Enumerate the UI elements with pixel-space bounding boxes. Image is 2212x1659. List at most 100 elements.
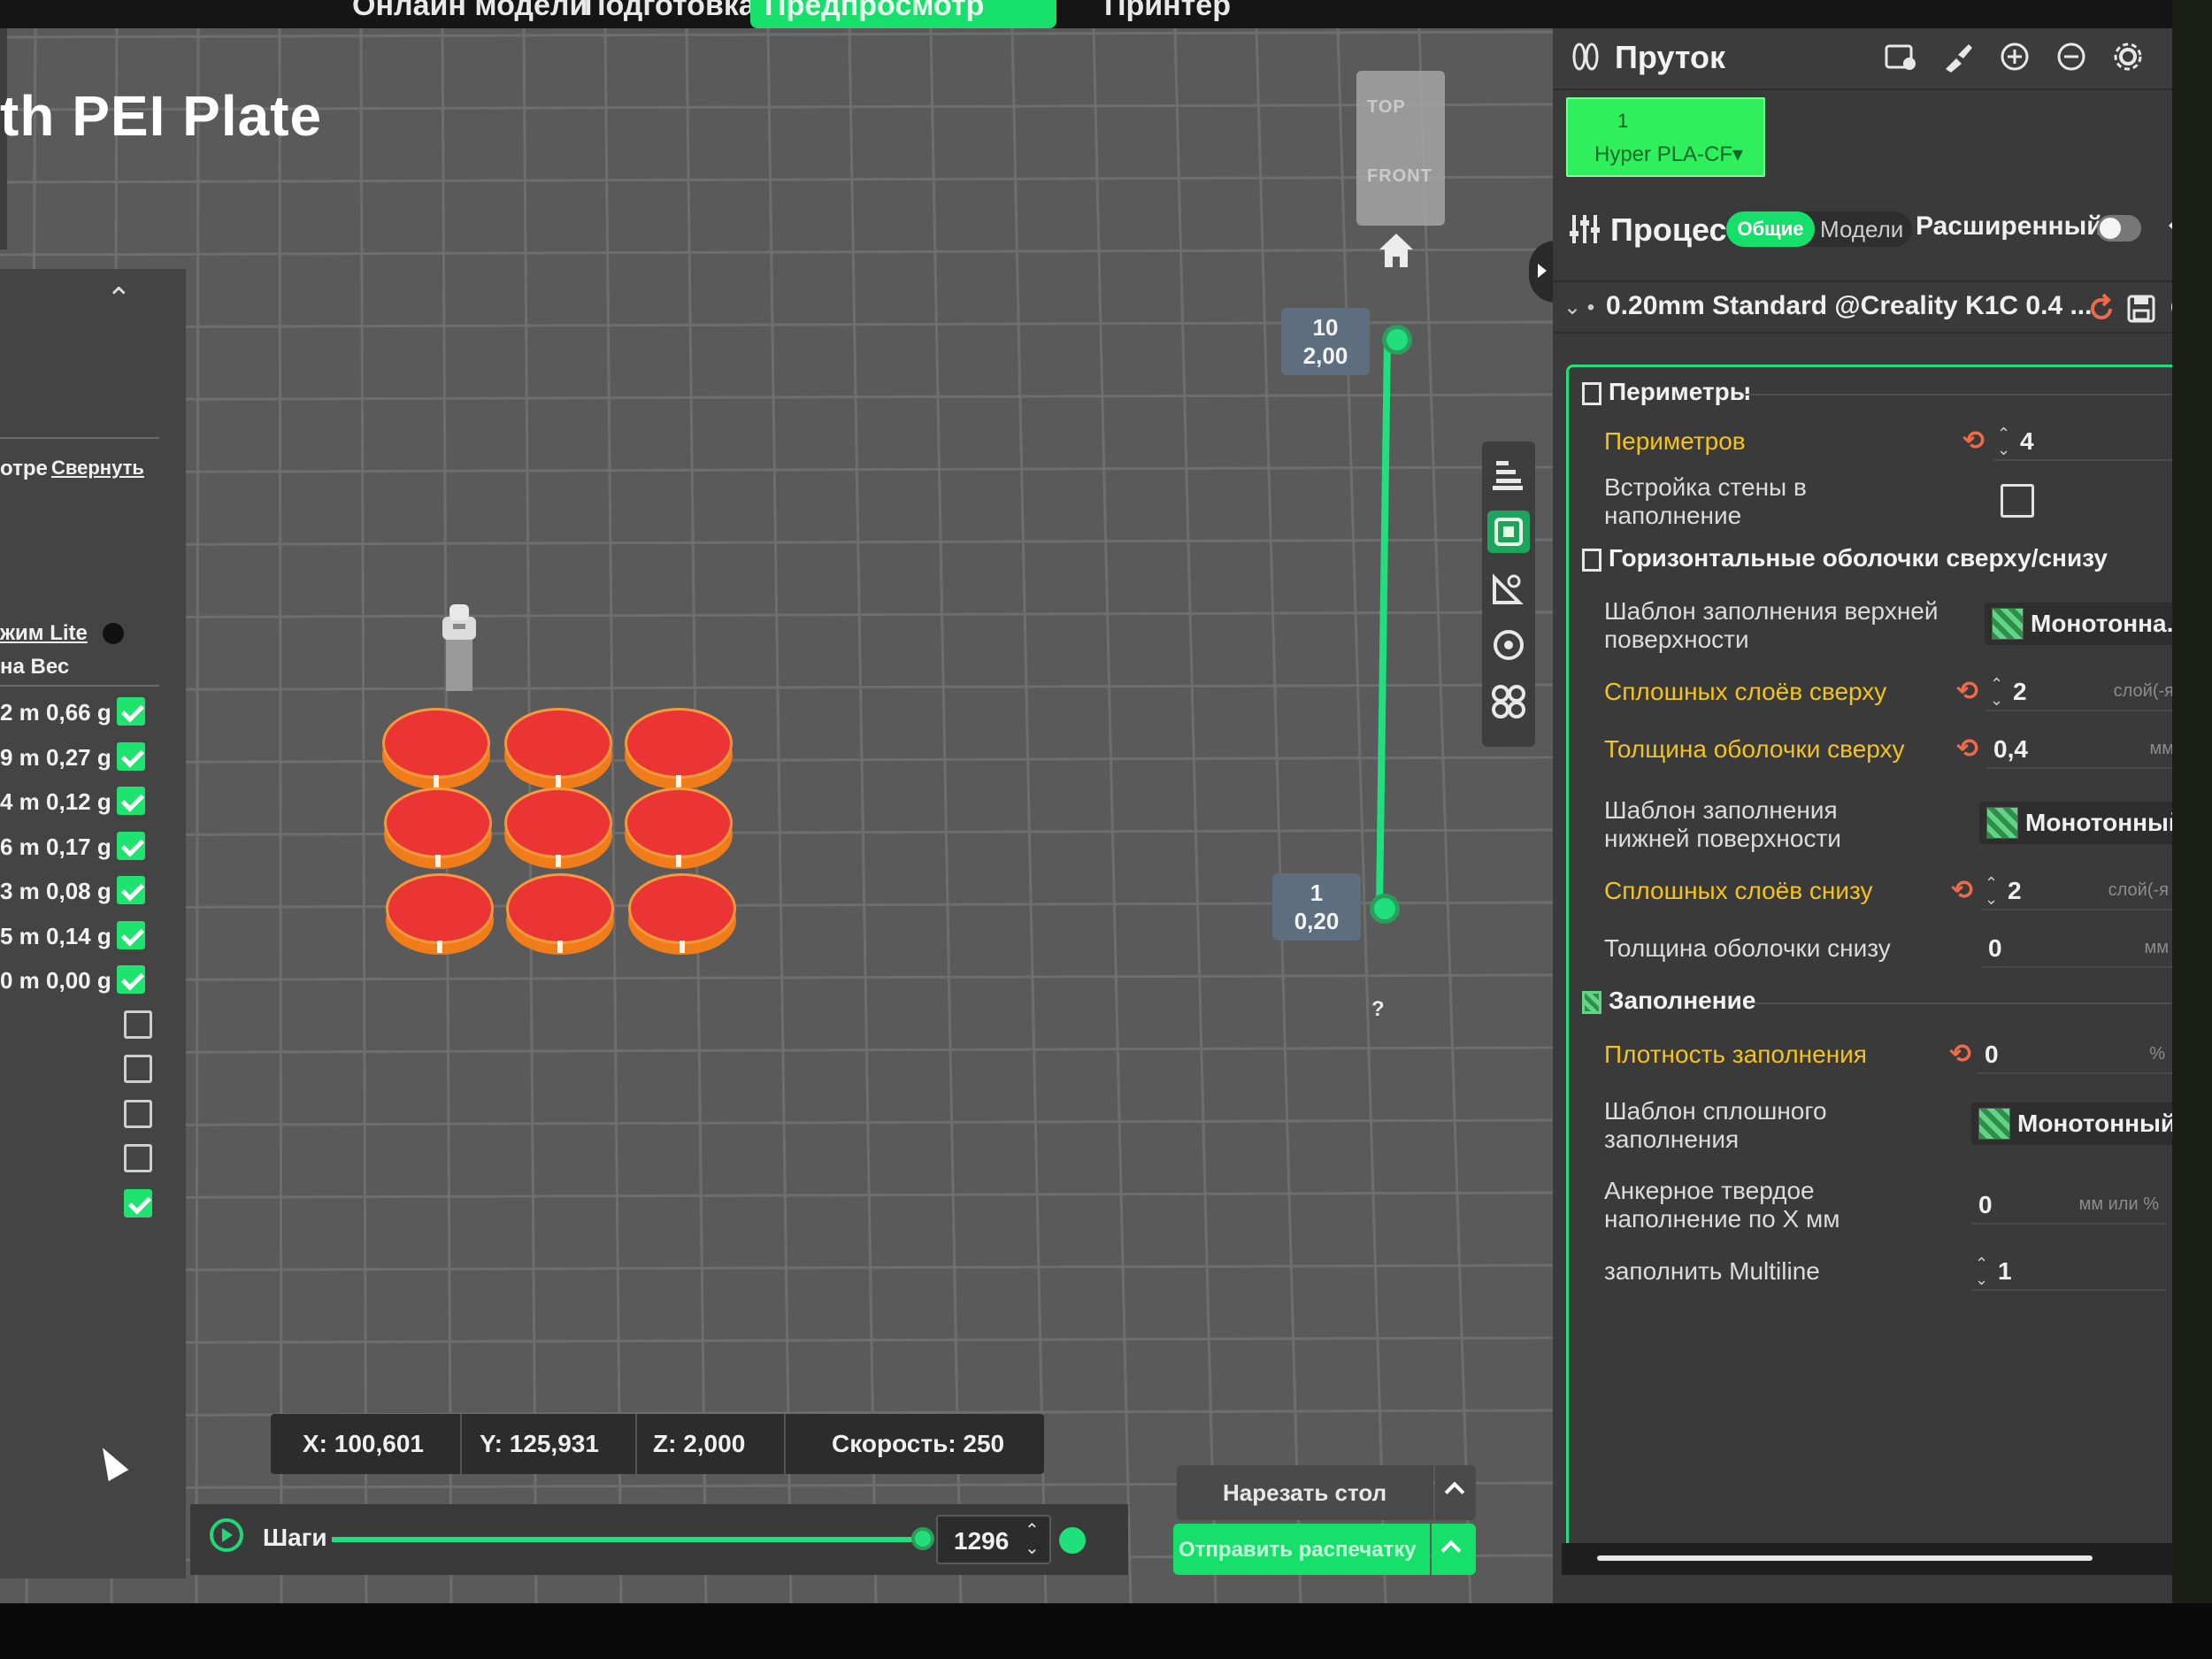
gear-icon[interactable] bbox=[2110, 39, 2146, 74]
unit-label: мм или % bbox=[2078, 1194, 2159, 1214]
send-print-button[interactable]: Отправить распечатку bbox=[1173, 1524, 1430, 1575]
arrange-icon[interactable] bbox=[1487, 680, 1530, 723]
advanced-toggle[interactable] bbox=[2097, 215, 2141, 242]
tab-preview[interactable]: Предпросмотр bbox=[750, 0, 1056, 28]
top-thickness-value[interactable]: 0,4 bbox=[1993, 735, 2028, 764]
legend-row-checkbox[interactable] bbox=[124, 1010, 152, 1039]
reset-icon[interactable]: ⟲ bbox=[1951, 875, 1973, 906]
bottom-pattern-dropdown[interactable]: Монотонный bbox=[1979, 802, 2184, 844]
layer-slider-bottom-handle[interactable] bbox=[1370, 894, 1400, 924]
legend-row-checkbox[interactable] bbox=[117, 831, 145, 860]
bottom-thickness-value[interactable]: 0 bbox=[1988, 934, 2002, 963]
tab-printer[interactable]: Принтер bbox=[1104, 0, 1231, 28]
process-preset-name[interactable]: 0.20mm Standard @Creality K1C 0.4 ... bbox=[1606, 291, 2092, 321]
legend-row-checkbox[interactable] bbox=[117, 876, 145, 904]
printed-object[interactable] bbox=[382, 708, 490, 789]
coord-x: X: 100,601 bbox=[303, 1430, 424, 1457]
process-preset-selector[interactable]: ⌄ • 0.20mm Standard @Creality K1C 0.4 ..… bbox=[1553, 280, 2212, 334]
legend-row-checkbox[interactable] bbox=[117, 965, 145, 994]
stepper-arrows-icon[interactable]: ⌃ ⌄ bbox=[1997, 426, 2010, 457]
plate-select-icon[interactable] bbox=[1487, 511, 1530, 553]
bottom-layers-stepper[interactable]: ⌃ ⌄ 2 слой(-я bbox=[1981, 872, 2176, 910]
legend-row-checkbox[interactable] bbox=[124, 1055, 152, 1083]
steps-slider-handle[interactable] bbox=[911, 1527, 934, 1550]
stepper-arrows-icon[interactable]: ⌃ ⌄ bbox=[1975, 1256, 1988, 1287]
solid-pattern-dropdown[interactable]: Монотонный bbox=[1971, 1102, 2176, 1145]
bottom-thickness-input[interactable]: 0 мм bbox=[1981, 929, 2176, 968]
slice-dropdown-button[interactable] bbox=[1435, 1465, 1476, 1520]
brush-icon[interactable] bbox=[1940, 39, 1976, 74]
legend-row-checkbox[interactable] bbox=[124, 1144, 152, 1172]
mode-general-option[interactable]: Общие bbox=[1726, 211, 1815, 247]
steps-stepper[interactable]: 1296 ⌃ ⌄ bbox=[936, 1515, 1051, 1564]
measure-icon[interactable] bbox=[1487, 567, 1530, 610]
tab-online-models[interactable]: Онлайн модели bbox=[352, 0, 588, 28]
stepper-arrows-icon[interactable]: ⌃ ⌄ bbox=[1990, 676, 2003, 708]
home-icon[interactable] bbox=[1376, 230, 1417, 271]
lite-mode-indicator[interactable] bbox=[103, 623, 124, 644]
legend-collapse-icon[interactable]: ⌃ bbox=[106, 281, 132, 317]
mode-models-option[interactable]: Модели bbox=[1820, 211, 1903, 247]
top-layers-stepper[interactable]: ⌃ ⌄ 2 слой(-я bbox=[1986, 672, 2181, 711]
object-top bbox=[625, 787, 733, 858]
process-mode-toggle[interactable]: Общие Модели bbox=[1726, 211, 1912, 247]
top-thickness-input[interactable]: 0,4 мм bbox=[1986, 730, 2181, 769]
reset-icon[interactable]: ⟲ bbox=[1956, 676, 1978, 707]
top-pattern-dropdown[interactable]: Монотонна... bbox=[1985, 603, 2188, 645]
layer-slider-top-handle[interactable] bbox=[1382, 325, 1412, 355]
printed-object[interactable] bbox=[384, 787, 492, 869]
target-icon[interactable] bbox=[1487, 624, 1530, 666]
infill-density-input[interactable]: 0 % bbox=[1978, 1035, 2172, 1074]
anchor-input[interactable]: 0 мм или % bbox=[1971, 1186, 2166, 1225]
printed-object[interactable] bbox=[625, 708, 733, 789]
stepper-arrows-icon[interactable]: ⌃ ⌄ bbox=[1025, 1522, 1040, 1557]
wall-loops-value[interactable]: 4 bbox=[2020, 427, 2034, 456]
legend-row-checkbox[interactable] bbox=[117, 787, 145, 815]
infill-density-value[interactable]: 0 bbox=[1985, 1041, 1999, 1069]
stepper-arrows-icon[interactable]: ⌃ ⌄ bbox=[1985, 875, 1998, 907]
steps-slider[interactable] bbox=[332, 1537, 925, 1542]
multiline-stepper[interactable]: ⌃ ⌄ 1 bbox=[1971, 1252, 2166, 1291]
legend-row-checkbox[interactable] bbox=[124, 1188, 152, 1217]
add-filament-icon[interactable] bbox=[1997, 39, 2032, 74]
layer-slider-help[interactable]: ? bbox=[1371, 997, 1385, 1022]
reset-icon[interactable]: ⟲ bbox=[1962, 426, 1985, 457]
wall-loops-stepper[interactable]: ⌃ ⌄ 4 bbox=[1993, 422, 2188, 461]
steps-value[interactable]: 1296 bbox=[954, 1527, 1009, 1555]
tab-prepare[interactable]: Подготовка bbox=[584, 0, 756, 28]
bottom-layers-value[interactable]: 2 bbox=[2008, 877, 2022, 905]
printed-object[interactable] bbox=[504, 708, 612, 789]
printed-object[interactable] bbox=[386, 873, 494, 955]
filament-slot-1[interactable]: 1 Hyper PLA-CF▾ bbox=[1566, 97, 1765, 177]
view-cube-top-face[interactable]: TOP bbox=[1367, 97, 1406, 118]
view-cube[interactable]: TOP FRONT bbox=[1356, 71, 1445, 226]
slice-plate-button[interactable]: Нарезать стол bbox=[1177, 1465, 1433, 1520]
printed-object[interactable] bbox=[506, 873, 614, 955]
filament-type-dropdown[interactable]: Hyper PLA-CF▾ bbox=[1594, 142, 1743, 167]
multiline-value[interactable]: 1 bbox=[1998, 1257, 2012, 1286]
top-layers-value[interactable]: 2 bbox=[2013, 678, 2027, 706]
send-dropdown-button[interactable] bbox=[1432, 1524, 1476, 1575]
legend-row-checkbox[interactable] bbox=[117, 697, 145, 726]
legend-collapse-link[interactable]: Свернуть bbox=[51, 457, 144, 480]
save-icon[interactable] bbox=[2124, 291, 2159, 326]
layers-list-icon[interactable] bbox=[1487, 454, 1530, 496]
view-cube-front-face[interactable]: FRONT bbox=[1367, 166, 1432, 187]
legend-row-checkbox[interactable] bbox=[117, 741, 145, 771]
ams-sync-icon[interactable] bbox=[1883, 39, 1918, 74]
remove-filament-icon[interactable] bbox=[2054, 39, 2089, 74]
reset-icon[interactable] bbox=[2084, 291, 2119, 326]
play-icon[interactable] bbox=[210, 1518, 243, 1552]
lite-mode-label[interactable]: жим Lite bbox=[0, 621, 88, 646]
printed-object[interactable] bbox=[628, 873, 736, 955]
embed-wall-checkbox[interactable] bbox=[2001, 484, 2034, 518]
printed-object[interactable] bbox=[625, 787, 733, 869]
reset-icon[interactable]: ⟲ bbox=[1956, 733, 1978, 764]
legend-row-checkbox[interactable] bbox=[124, 1099, 152, 1128]
3d-viewport[interactable]: th PEI Plate ⌃ отре Свернуть жим Lite на… bbox=[0, 28, 1553, 1603]
legend-row-checkbox[interactable] bbox=[117, 920, 145, 949]
settings-horizontal-scrollbar[interactable] bbox=[1562, 1543, 2181, 1575]
printed-object[interactable] bbox=[504, 787, 612, 869]
anchor-value[interactable]: 0 bbox=[1978, 1191, 1993, 1219]
reset-icon[interactable]: ⟲ bbox=[1949, 1039, 1971, 1070]
